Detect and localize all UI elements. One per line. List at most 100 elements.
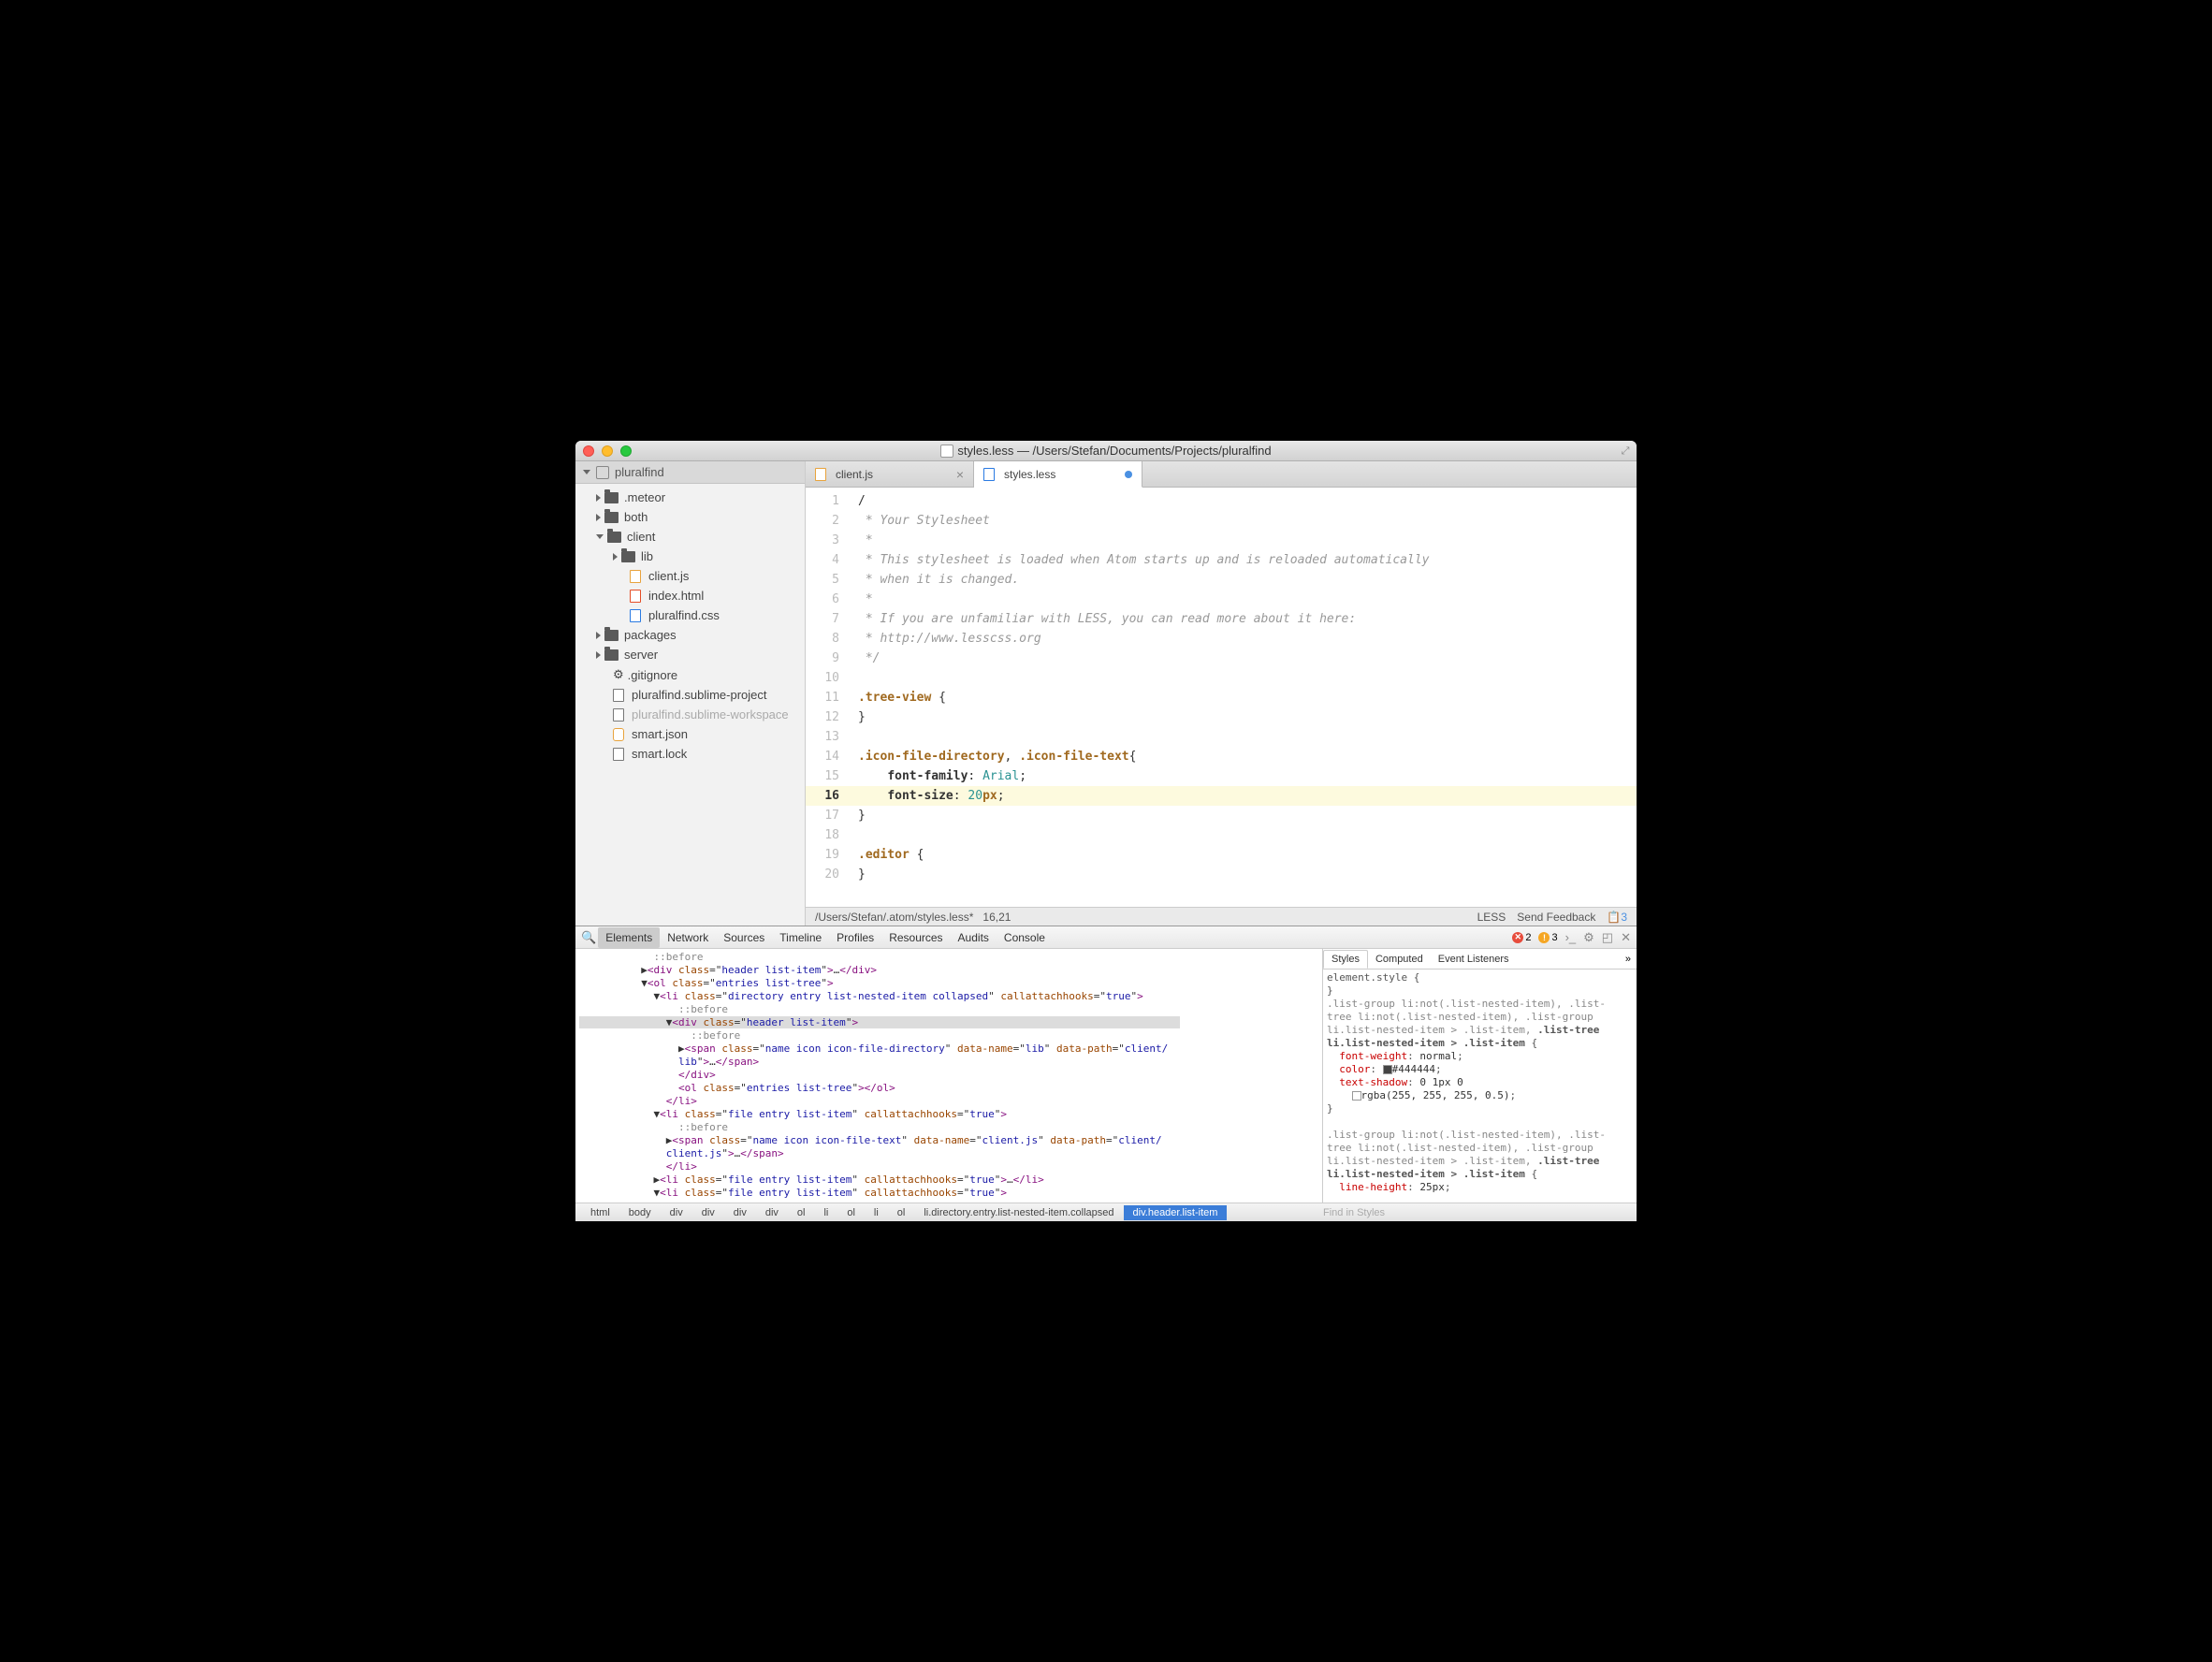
close-devtools-icon[interactable]: ✕: [1621, 930, 1631, 945]
devtools-tab-audits[interactable]: Audits: [951, 927, 997, 948]
close-tab-icon[interactable]: ×: [956, 467, 964, 482]
breadcrumb-item[interactable]: ol: [888, 1205, 915, 1220]
status-cursor-pos: 16,21: [982, 911, 1011, 924]
item-label: index.html: [648, 589, 704, 603]
chevron-icon: [596, 514, 601, 521]
devtools-tab-console[interactable]: Console: [997, 927, 1053, 948]
item-label: smart.lock: [632, 747, 687, 761]
devtools-toolbar: 🔍 ElementsNetworkSourcesTimelineProfiles…: [575, 926, 1637, 949]
file-item[interactable]: index.html: [575, 586, 805, 605]
file-item[interactable]: ⚙ .gitignore: [575, 664, 805, 685]
styles-tabs: StylesComputedEvent Listeners »: [1323, 949, 1637, 970]
breadcrumb-item[interactable]: li: [814, 1205, 837, 1220]
error-count[interactable]: ✕2: [1512, 932, 1531, 943]
file-item[interactable]: pluralfind.sublime-project: [575, 685, 805, 705]
search-icon[interactable]: 🔍: [581, 930, 596, 945]
file-tree: .meteor both client lib client.js index.…: [575, 484, 805, 767]
breadcrumb-item[interactable]: div: [692, 1205, 724, 1220]
chevron-icon: [596, 632, 601, 639]
window-title: styles.less — /Users/Stefan/Documents/Pr…: [575, 444, 1637, 458]
dock-icon[interactable]: ◰: [1602, 930, 1613, 945]
more-tabs-icon[interactable]: »: [1620, 954, 1637, 965]
breadcrumb-item[interactable]: li.directory.entry.list-nested-item.coll…: [914, 1205, 1123, 1220]
deprecation-count[interactable]: 📋3: [1607, 911, 1627, 924]
folder-item[interactable]: client: [575, 527, 805, 547]
editor-tab[interactable]: styles.less: [974, 461, 1142, 488]
file-item[interactable]: smart.lock: [575, 744, 805, 764]
folder-item[interactable]: lib: [575, 547, 805, 566]
fullscreen-icon[interactable]: ⤢: [1618, 444, 1633, 459]
file-icon: [630, 590, 641, 603]
line-gutter: 1234567891011121314151617181920: [806, 488, 851, 907]
item-label: smart.json: [632, 727, 688, 741]
file-item[interactable]: pluralfind.sublime-workspace: [575, 705, 805, 724]
status-language[interactable]: LESS: [1477, 911, 1506, 924]
editor-tab[interactable]: client.js ×: [806, 461, 974, 487]
elements-tree[interactable]: ::before ▶<div class="header list-item">…: [575, 949, 1322, 1203]
folder-icon: [604, 512, 618, 523]
breadcrumbs: htmlbodydivdivdivdivolliolliolli.directo…: [581, 1205, 1227, 1220]
app-window: styles.less — /Users/Stefan/Documents/Pr…: [575, 441, 1637, 1221]
titlebar[interactable]: styles.less — /Users/Stefan/Documents/Pr…: [575, 441, 1637, 461]
folder-item[interactable]: .meteor: [575, 488, 805, 507]
devtools-tab-elements[interactable]: Elements: [598, 927, 660, 948]
breadcrumb-item[interactable]: div: [724, 1205, 756, 1220]
warning-count[interactable]: !3: [1538, 932, 1557, 943]
folder-item[interactable]: server: [575, 645, 805, 664]
devtools-tab-profiles[interactable]: Profiles: [829, 927, 881, 948]
styles-content[interactable]: element.style { } .list-group li:not(.li…: [1323, 970, 1637, 1203]
chevron-icon: [596, 534, 604, 539]
code-editor[interactable]: 1234567891011121314151617181920 / * Your…: [806, 488, 1637, 907]
file-icon: [613, 689, 624, 702]
file-item[interactable]: smart.json: [575, 724, 805, 744]
breadcrumb-item[interactable]: body: [619, 1205, 661, 1220]
breadcrumb-item[interactable]: div: [756, 1205, 788, 1220]
tab-label: client.js: [836, 468, 873, 481]
item-label: server: [624, 648, 658, 662]
file-icon: [815, 468, 826, 481]
devtools-tab-resources[interactable]: Resources: [881, 927, 950, 948]
find-in-styles-input[interactable]: Find in Styles: [1317, 1205, 1631, 1220]
code-content[interactable]: / * Your Stylesheet * * This stylesheet …: [851, 488, 1637, 907]
send-feedback-link[interactable]: Send Feedback: [1517, 911, 1595, 924]
project-root[interactable]: pluralfind: [575, 461, 805, 484]
devtools-tab-network[interactable]: Network: [660, 927, 716, 948]
tab-label: styles.less: [1004, 468, 1055, 481]
settings-gear-icon[interactable]: ⚙: [1583, 930, 1594, 945]
file-icon: [613, 728, 624, 741]
item-label: packages: [624, 628, 677, 642]
breadcrumb-bar: htmlbodydivdivdivdivolliolliolli.directo…: [575, 1203, 1637, 1221]
devtools-tab-sources[interactable]: Sources: [716, 927, 772, 948]
devtools-panel: 🔍 ElementsNetworkSourcesTimelineProfiles…: [575, 926, 1637, 1221]
item-label: both: [624, 510, 648, 524]
folder-icon: [604, 649, 618, 661]
file-icon: [983, 468, 995, 481]
devtools-tab-timeline[interactable]: Timeline: [772, 927, 829, 948]
status-file-path: /Users/Stefan/.atom/styles.less*: [815, 911, 973, 924]
styles-tab-computed[interactable]: Computed: [1368, 951, 1431, 968]
console-toggle-icon[interactable]: ›_: [1565, 930, 1577, 944]
breadcrumb-item[interactable]: html: [581, 1205, 619, 1220]
breadcrumb-item[interactable]: li: [865, 1205, 888, 1220]
breadcrumb-item[interactable]: div.header.list-item: [1124, 1205, 1228, 1220]
styles-pane: StylesComputedEvent Listeners » element.s…: [1322, 949, 1637, 1203]
folder-item[interactable]: both: [575, 507, 805, 527]
status-bar: /Users/Stefan/.atom/styles.less* 16,21 L…: [806, 907, 1637, 926]
breadcrumb-item[interactable]: div: [661, 1205, 692, 1220]
window-title-text: styles.less — /Users/Stefan/Documents/Pr…: [957, 444, 1271, 458]
breadcrumb-item[interactable]: ol: [837, 1205, 865, 1220]
chevron-icon: [596, 651, 601, 659]
item-label: pluralfind.sublime-workspace: [632, 707, 789, 722]
file-item[interactable]: client.js: [575, 566, 805, 586]
file-icon: [630, 570, 641, 583]
file-icon: [630, 609, 641, 622]
file-icon: [613, 708, 624, 722]
styles-tab-styles[interactable]: Styles: [1323, 950, 1368, 969]
item-label: pluralfind.css: [648, 608, 720, 622]
styles-tab-event-listeners[interactable]: Event Listeners: [1431, 951, 1517, 968]
folder-item[interactable]: packages: [575, 625, 805, 645]
repo-icon: [596, 466, 609, 479]
file-item[interactable]: pluralfind.css: [575, 605, 805, 625]
breadcrumb-item[interactable]: ol: [788, 1205, 815, 1220]
chevron-icon: [613, 553, 618, 561]
